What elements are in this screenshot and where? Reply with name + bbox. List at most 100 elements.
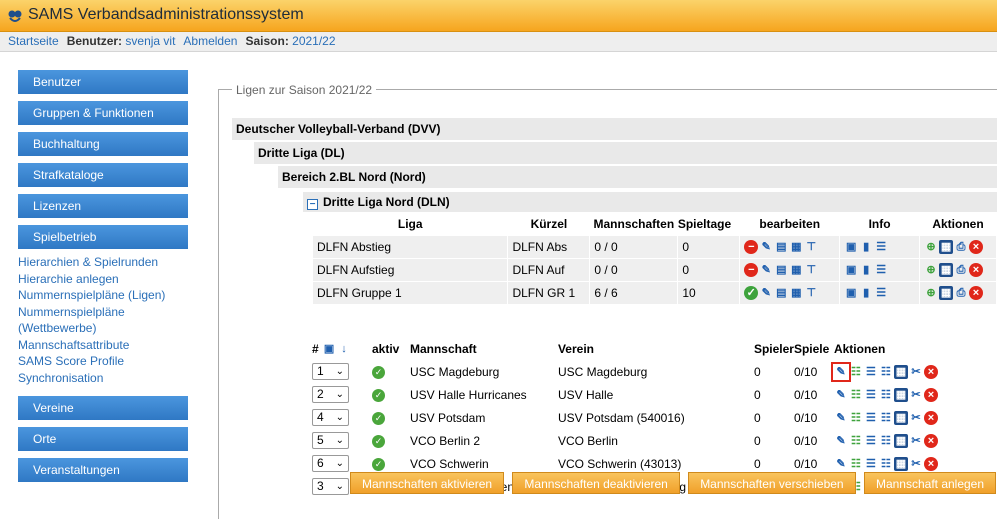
- assign-icon[interactable]: ▤: [774, 240, 788, 254]
- list-icon[interactable]: ☰: [874, 240, 888, 254]
- attribute-icon[interactable]: ✂: [909, 457, 923, 471]
- submenu-synchronisation[interactable]: Synchronisation: [18, 370, 188, 387]
- schedule-icon[interactable]: ▦: [789, 263, 803, 277]
- team-calendar-icon[interactable]: ▦: [893, 387, 908, 402]
- document-icon[interactable]: ▮: [859, 286, 873, 300]
- team-order-select[interactable]: 5 ⌄: [312, 432, 349, 449]
- delete-team-icon[interactable]: ×: [923, 410, 938, 425]
- calendar-icon[interactable]: ▦: [939, 262, 954, 277]
- attribute-icon[interactable]: ✂: [909, 411, 923, 425]
- sidebar-item-orte[interactable]: Orte: [18, 427, 188, 451]
- players-icon[interactable]: ☷: [849, 457, 863, 471]
- print-icon[interactable]: ⎙: [954, 263, 968, 277]
- attribute-icon[interactable]: ✂: [909, 434, 923, 448]
- sidebar-item-strafkataloge[interactable]: Strafkataloge: [18, 163, 188, 187]
- players-icon[interactable]: ☷: [849, 388, 863, 402]
- edit-team-icon[interactable]: ✎: [834, 411, 848, 425]
- team-order-select[interactable]: 2 ⌄: [312, 386, 349, 403]
- team-order-select[interactable]: 1 ⌄: [312, 363, 349, 380]
- edit-team-icon[interactable]: ✎: [834, 457, 848, 471]
- tree-icon[interactable]: ⊤: [804, 286, 818, 300]
- team-calendar-icon[interactable]: ▦: [893, 364, 908, 379]
- print-icon[interactable]: ⎙: [954, 240, 968, 254]
- add-team-icon[interactable]: ⊕: [924, 240, 938, 254]
- players-icon[interactable]: ☷: [849, 434, 863, 448]
- team-list-icon[interactable]: ☰: [864, 457, 878, 471]
- sidebar-item-gruppen[interactable]: Gruppen & Funktionen: [18, 101, 188, 125]
- assign-icon[interactable]: ▤: [774, 263, 788, 277]
- info-icon[interactable]: ▣: [844, 263, 858, 277]
- activate-teams-button[interactable]: Mannschaften aktivieren: [350, 472, 505, 494]
- schedule-icon[interactable]: ▦: [789, 286, 803, 300]
- team-schedule-icon[interactable]: ☷: [879, 365, 893, 379]
- team-calendar-icon[interactable]: ▦: [893, 456, 908, 471]
- move-teams-button[interactable]: Mannschaften verschieben: [688, 472, 856, 494]
- add-team-icon[interactable]: ⊕: [924, 263, 938, 277]
- team-schedule-icon[interactable]: ☷: [879, 411, 893, 425]
- team-schedule-icon[interactable]: ☷: [879, 434, 893, 448]
- active-check-icon[interactable]: ✓: [371, 412, 385, 425]
- submenu-mannschaftsattribute[interactable]: Mannschaftsattribute: [18, 337, 188, 354]
- list-icon[interactable]: ☰: [874, 286, 888, 300]
- team-schedule-icon[interactable]: ☷: [879, 388, 893, 402]
- team-list-icon[interactable]: ☰: [864, 411, 878, 425]
- submenu-hierarchie-anlegen[interactable]: Hierarchie anlegen: [18, 271, 188, 288]
- calendar-icon[interactable]: ▦: [939, 285, 954, 300]
- collapse-icon[interactable]: −: [307, 199, 318, 210]
- hierarchy-level-nord[interactable]: Bereich 2.BL Nord (Nord): [278, 166, 997, 188]
- add-team-icon[interactable]: ⊕: [924, 286, 938, 300]
- schedule-icon[interactable]: ▦: [789, 240, 803, 254]
- team-calendar-icon[interactable]: ▦: [893, 433, 908, 448]
- info-icon[interactable]: ▣: [844, 240, 858, 254]
- save-order-icon[interactable]: ▣: [322, 342, 336, 356]
- list-icon[interactable]: ☰: [874, 263, 888, 277]
- season-link[interactable]: 2021/22: [292, 34, 335, 48]
- create-team-button[interactable]: Mannschaft anlegen: [863, 472, 997, 494]
- delete-team-icon[interactable]: ×: [923, 433, 938, 448]
- deactivate-teams-button[interactable]: Mannschaften deaktivieren: [512, 472, 680, 494]
- sidebar-item-lizenzen[interactable]: Lizenzen: [18, 194, 188, 218]
- sidebar-item-buchhaltung[interactable]: Buchhaltung: [18, 132, 188, 156]
- document-icon[interactable]: ▮: [859, 263, 873, 277]
- tree-icon[interactable]: ⊤: [804, 240, 818, 254]
- assign-icon[interactable]: ▤: [774, 286, 788, 300]
- attribute-icon[interactable]: ✂: [909, 388, 923, 402]
- edit-team-icon[interactable]: ✎: [834, 388, 848, 402]
- submenu-hierarchien[interactable]: Hierarchien & Spielrunden: [18, 254, 188, 271]
- active-check-icon[interactable]: ✓: [371, 389, 385, 402]
- delete-icon[interactable]: ×: [969, 262, 984, 277]
- sidebar-item-benutzer[interactable]: Benutzer: [18, 70, 188, 94]
- players-icon[interactable]: ☷: [849, 365, 863, 379]
- document-icon[interactable]: ▮: [859, 240, 873, 254]
- print-icon[interactable]: ⎙: [954, 286, 968, 300]
- submenu-sams-score-profile[interactable]: SAMS Score Profile: [18, 353, 188, 370]
- home-link[interactable]: Startseite: [8, 34, 59, 48]
- logout-link[interactable]: Abmelden: [183, 34, 237, 48]
- tree-icon[interactable]: ⊤: [804, 263, 818, 277]
- team-list-icon[interactable]: ☰: [864, 365, 878, 379]
- delete-icon[interactable]: ×: [969, 285, 984, 300]
- hierarchy-level-dvv[interactable]: Deutscher Volleyball-Verband (DVV): [232, 118, 997, 140]
- edit-icon[interactable]: ✎: [759, 240, 773, 254]
- team-order-select[interactable]: 4 ⌄: [312, 409, 349, 426]
- attribute-icon[interactable]: ✂: [909, 365, 923, 379]
- team-schedule-icon[interactable]: ☷: [879, 457, 893, 471]
- edit-team-icon[interactable]: ✎: [834, 434, 848, 448]
- hierarchy-level-dl[interactable]: Dritte Liga (DL): [254, 142, 997, 164]
- active-check-icon[interactable]: ✓: [371, 458, 385, 471]
- edit-icon[interactable]: ✎: [759, 263, 773, 277]
- submenu-nummernspielplaene-wettbewerbe[interactable]: Nummernspielpläne (Wettbewerbe): [18, 304, 188, 337]
- team-calendar-icon[interactable]: ▦: [893, 410, 908, 425]
- sidebar-item-vereine[interactable]: Vereine: [18, 396, 188, 420]
- sidebar-item-veranstaltungen[interactable]: Veranstaltungen: [18, 458, 188, 482]
- user-link[interactable]: svenja vit: [125, 34, 175, 48]
- team-order-select[interactable]: 3 ⌄: [312, 478, 349, 495]
- edit-team-icon[interactable]: ✎: [830, 361, 851, 382]
- delete-team-icon[interactable]: ×: [923, 364, 938, 379]
- team-list-icon[interactable]: ☰: [864, 388, 878, 402]
- team-list-icon[interactable]: ☰: [864, 434, 878, 448]
- team-order-select[interactable]: 6 ⌄: [312, 455, 349, 472]
- sort-icon[interactable]: ↓: [337, 342, 351, 356]
- sidebar-item-spielbetrieb[interactable]: Spielbetrieb: [18, 225, 188, 249]
- calendar-icon[interactable]: ▦: [939, 239, 954, 254]
